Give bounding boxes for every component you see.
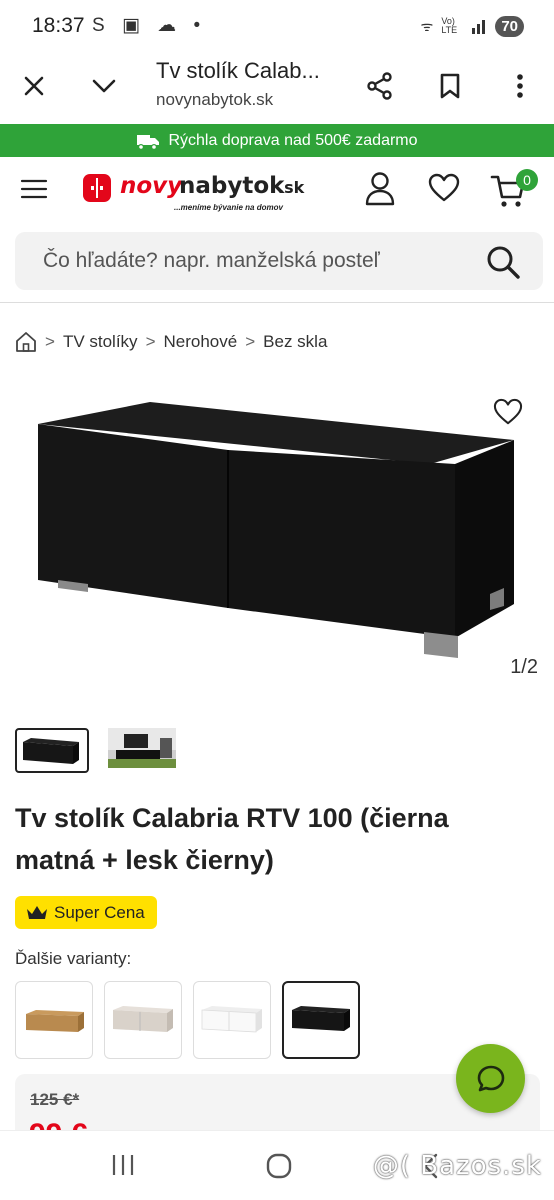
recent-apps-icon (112, 1155, 134, 1175)
signal-icon (472, 20, 486, 34)
chevron-down-icon (92, 79, 116, 93)
heart-icon (493, 398, 523, 425)
variant-option-white[interactable] (193, 981, 271, 1059)
wishlist-button[interactable] (428, 173, 460, 205)
wifi-icon: ᯤ (420, 17, 434, 34)
page-url[interactable]: novynabytok.sk (156, 90, 273, 110)
close-icon (24, 76, 44, 96)
user-icon (365, 172, 395, 206)
header-divider (0, 302, 554, 303)
chat-bubble-icon (477, 1065, 504, 1091)
status-bar: 18:37 S ▣ ☁ • ᯤ Vo) LTE 70 (0, 0, 554, 52)
network-label: Vo) LTE (441, 16, 458, 35)
battery-level: 70 (495, 15, 524, 37)
recent-apps-button[interactable] (110, 1153, 138, 1179)
status-indicators: ᯤ Vo) LTE 70 (421, 14, 524, 38)
logo-mark-icon (83, 174, 111, 202)
breadcrumb-separator: > (145, 332, 156, 351)
breadcrumb-separator: > (45, 332, 55, 351)
menu-button[interactable] (20, 175, 48, 203)
browser-toolbar: Tv stolík Calab... novynabytok.sk (0, 52, 554, 124)
expand-toolbar-button[interactable] (84, 66, 124, 106)
promo-banner: Rýchla doprava nad 500€ zadarmo (0, 124, 554, 157)
watermark: @( Bazos.sk (372, 1151, 542, 1181)
share-icon (367, 72, 392, 100)
product-title: Tv stolík Calabria RTV 100 (čierna matná… (15, 803, 449, 875)
chat-button[interactable] (456, 1044, 525, 1113)
variant-image (292, 1006, 350, 1031)
more-vertical-icon (517, 74, 523, 98)
delivery-truck-icon (137, 134, 160, 150)
breadcrumb: > TV stolíky > Nerohové > Bez skla (15, 329, 327, 355)
tv-stand-image (38, 402, 514, 658)
badge-label: Super Cena (54, 902, 145, 922)
close-tab-button[interactable] (14, 66, 54, 106)
home-button[interactable] (265, 1152, 293, 1180)
status-time: 18:37 (32, 14, 85, 37)
logo-nabytok: nabytok (179, 173, 285, 199)
logo-tld: .sk (278, 178, 305, 197)
breadcrumb-item[interactable]: Nerohové (164, 332, 238, 352)
super-price-badge: Super Cena (15, 896, 157, 929)
search-bar[interactable]: Čo hľadáte? napr. manželská posteľ (15, 232, 543, 290)
variant-option-beige[interactable] (104, 981, 182, 1059)
thumbnail-image (23, 738, 79, 764)
breadcrumb-item[interactable]: TV stolíky (63, 332, 138, 352)
share-button[interactable] (360, 66, 400, 106)
home-circle-icon (266, 1153, 292, 1179)
gallery-thumbnail[interactable] (108, 728, 176, 773)
thumbnail-image (108, 728, 176, 768)
account-button[interactable] (364, 171, 396, 207)
variant-option-oak[interactable] (15, 981, 93, 1059)
home-icon[interactable] (15, 331, 37, 353)
bookmark-icon (440, 73, 460, 99)
gallery-thumbnail[interactable] (15, 728, 89, 773)
page-title: Tv stolík Calab... (156, 58, 320, 83)
system-navigation-bar: @( Bazos.sk (0, 1130, 554, 1200)
product-image[interactable] (0, 380, 554, 700)
more-options-button[interactable] (500, 66, 540, 106)
logo-tagline: ...meníme bývanie na domov (174, 203, 283, 212)
variant-option-black[interactable] (282, 981, 360, 1059)
variant-image (113, 1006, 173, 1032)
search-icon[interactable] (485, 244, 521, 280)
site-logo[interactable]: novy nabytok .sk ...meníme bývanie na do… (82, 171, 312, 217)
notification-icons: S ▣ ☁ • (92, 15, 207, 36)
hamburger-icon (20, 179, 48, 199)
site-header: novy nabytok .sk ...meníme bývanie na do… (0, 157, 554, 227)
heart-icon (428, 173, 460, 202)
image-counter: 1/2 (510, 656, 538, 678)
add-to-wishlist-button[interactable] (492, 398, 524, 431)
variant-image (26, 1010, 84, 1032)
crown-icon (27, 905, 47, 919)
bookmark-button[interactable] (430, 66, 470, 106)
cart-count-badge: 0 (516, 169, 538, 191)
variant-image (201, 1006, 262, 1033)
search-input[interactable]: Čo hľadáte? napr. manželská posteľ (43, 249, 380, 273)
breadcrumb-item-current[interactable]: Bez skla (263, 332, 327, 352)
promo-text: Rýchla doprava nad 500€ zadarmo (168, 131, 418, 149)
old-price: 125 €* (30, 1090, 80, 1109)
logo-novy: novy (120, 173, 183, 199)
variants-label: Ďalšie varianty: (15, 949, 132, 968)
cart-button[interactable]: 0 (490, 167, 542, 207)
breadcrumb-separator: > (245, 332, 256, 351)
